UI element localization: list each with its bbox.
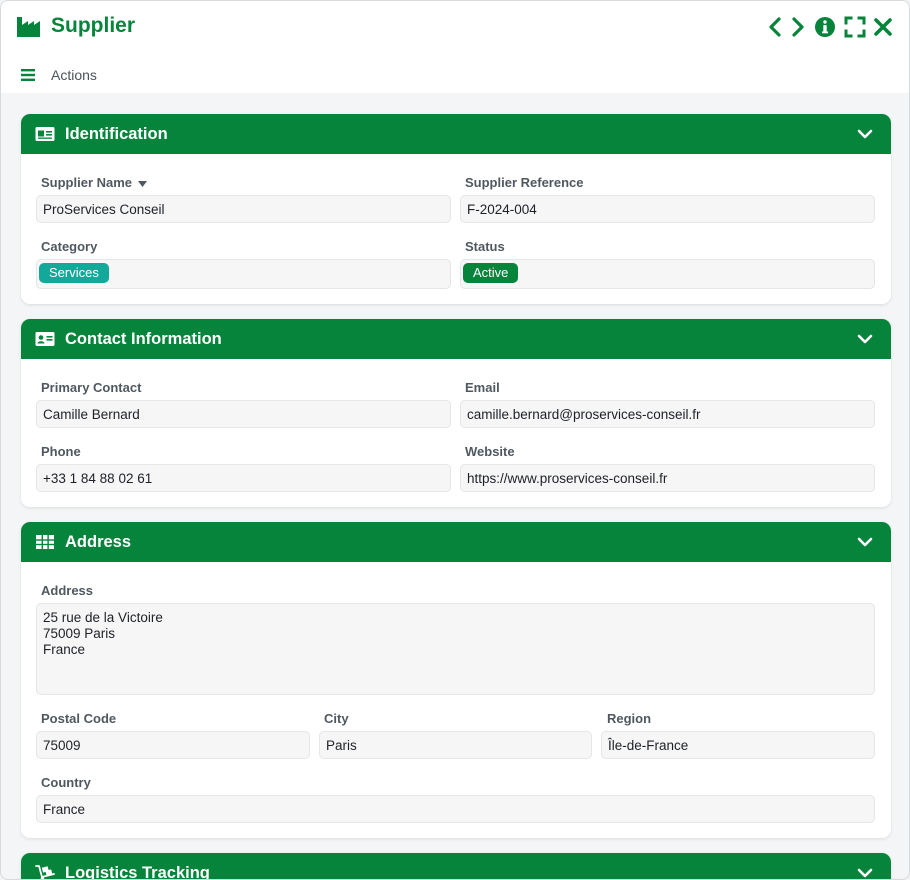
logistics-title: Logistics Tracking bbox=[65, 863, 210, 880]
identification-header[interactable]: Identification bbox=[21, 114, 891, 154]
address-line: 75009 Paris bbox=[43, 626, 116, 641]
logistics-header[interactable]: Logistics Tracking bbox=[21, 853, 891, 880]
category-field[interactable]: Services bbox=[36, 259, 451, 289]
address-line: France bbox=[43, 642, 86, 657]
dolly-icon bbox=[35, 865, 55, 879]
actions-menu[interactable]: Actions bbox=[21, 65, 97, 85]
supplier-name-field[interactable]: ProServices Conseil bbox=[36, 195, 451, 223]
window-title: Supplier bbox=[51, 14, 136, 37]
contact-header[interactable]: Contact Information bbox=[21, 319, 891, 359]
info-icon[interactable] bbox=[814, 15, 836, 39]
supplier-window: Supplier Actions Identification Supplier… bbox=[0, 0, 910, 880]
status-label: Status bbox=[465, 239, 505, 254]
caret-down-icon[interactable] bbox=[138, 180, 148, 187]
expand-icon[interactable] bbox=[844, 15, 866, 39]
logistics-section: Logistics Tracking bbox=[21, 853, 891, 880]
chevron-down-icon[interactable] bbox=[857, 127, 873, 141]
city-field[interactable]: Paris bbox=[319, 731, 592, 759]
city-label: City bbox=[324, 711, 349, 726]
contact-title: Contact Information bbox=[65, 329, 222, 348]
address-label: Address bbox=[41, 583, 94, 598]
address-section: Address Address 25 rue de la Victoire 75… bbox=[21, 522, 891, 838]
identification-title: Identification bbox=[65, 124, 168, 143]
factory-icon bbox=[17, 17, 40, 37]
supplier-reference-field[interactable]: F-2024-004 bbox=[460, 195, 875, 223]
supplier-reference-label: Supplier Reference bbox=[465, 175, 584, 190]
postal-code-label: Postal Code bbox=[41, 711, 117, 726]
contact-section: Contact Information Primary Contact Cami… bbox=[21, 319, 891, 507]
country-label: Country bbox=[41, 775, 91, 790]
category-label: Category bbox=[41, 239, 98, 254]
status-field[interactable]: Active bbox=[460, 259, 875, 289]
address-textarea[interactable]: 25 rue de la Victoire 75009 Paris France bbox=[36, 603, 875, 695]
chevron-down-icon[interactable] bbox=[857, 535, 873, 549]
hamburger-icon[interactable] bbox=[21, 69, 35, 81]
chevron-down-icon[interactable] bbox=[857, 866, 873, 880]
primary-contact-label: Primary Contact bbox=[41, 380, 142, 395]
supplier-name-label[interactable]: Supplier Name bbox=[41, 175, 148, 190]
actions-label[interactable]: Actions bbox=[51, 67, 97, 83]
email-field[interactable]: camille.bernard@proservices-conseil.fr bbox=[460, 400, 875, 428]
primary-contact-field[interactable]: Camille Bernard bbox=[36, 400, 451, 428]
category-badge: Services bbox=[39, 263, 109, 283]
grid-table-icon bbox=[36, 535, 54, 549]
phone-label: Phone bbox=[41, 444, 81, 459]
website-label: Website bbox=[465, 444, 515, 459]
email-label: Email bbox=[465, 380, 500, 395]
address-title: Address bbox=[65, 532, 132, 551]
chevron-right-icon[interactable] bbox=[787, 15, 809, 39]
phone-field[interactable]: +33 1 84 88 02 61 bbox=[36, 464, 451, 492]
postal-code-field[interactable]: 75009 bbox=[36, 731, 310, 759]
identification-section: Identification Supplier Name ProServices… bbox=[21, 114, 891, 304]
close-icon[interactable] bbox=[872, 15, 894, 39]
chevron-left-icon[interactable] bbox=[765, 15, 787, 39]
website-field[interactable]: https://www.proservices-conseil.fr bbox=[460, 464, 875, 492]
contact-card-icon bbox=[35, 332, 55, 346]
address-line: 25 rue de la Victoire bbox=[43, 610, 163, 625]
window-header: Supplier Actions bbox=[1, 1, 909, 93]
chevron-down-icon[interactable] bbox=[857, 332, 873, 346]
status-badge: Active bbox=[463, 263, 519, 283]
region-label: Region bbox=[607, 711, 652, 726]
address-header[interactable]: Address bbox=[21, 522, 891, 562]
id-card-icon bbox=[35, 127, 55, 141]
region-field[interactable]: Île-de-France bbox=[601, 731, 875, 759]
country-field[interactable]: France bbox=[36, 795, 875, 823]
